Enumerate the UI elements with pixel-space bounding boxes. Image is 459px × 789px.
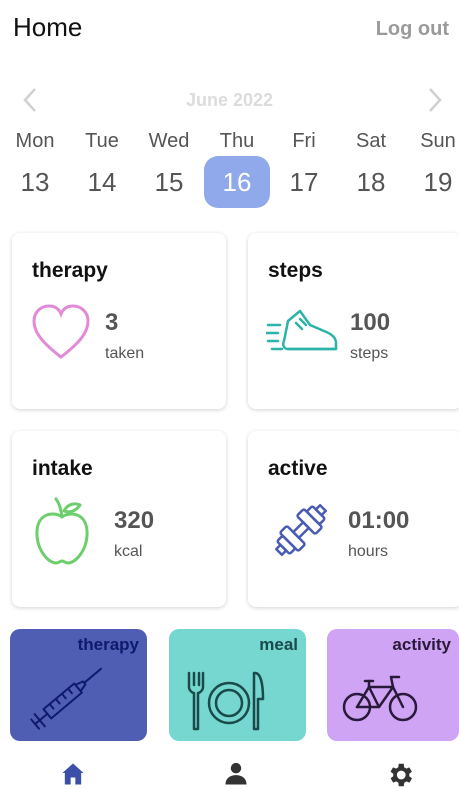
day-number: 15 (154, 167, 184, 197)
meal-tile[interactable]: meal (169, 629, 306, 741)
card-title: steps (268, 259, 323, 282)
day-number: 13 (20, 167, 50, 197)
week-strip: Mon 13 Tue 14 Wed 15 Thu 16 Fri 17 Sat 1… (0, 126, 459, 210)
header: Home Log out (0, 0, 459, 60)
logout-button[interactable]: Log out (376, 18, 449, 41)
page-title: Home (13, 12, 83, 42)
tile-label: therapy (77, 635, 139, 654)
month-label: June 2022 (185, 90, 274, 110)
day-name: Sun (420, 130, 456, 152)
therapy-tile[interactable]: therapy (10, 629, 147, 741)
day-sat[interactable]: Sat 18 (338, 126, 404, 208)
day-name: Tue (85, 130, 119, 152)
day-number: 17 (289, 167, 319, 197)
day-fri[interactable]: Fri 17 (271, 126, 337, 208)
day-name: Mon (15, 130, 55, 152)
day-tue[interactable]: Tue 14 (69, 126, 135, 208)
day-number: 19 (423, 167, 453, 197)
card-unit: kcal (114, 543, 143, 560)
card-title: intake (32, 457, 93, 480)
running-shoe-icon (264, 303, 338, 363)
card-title: active (268, 457, 328, 480)
intake-card[interactable]: intake 320 kcal (12, 431, 226, 607)
bicycle-icon (341, 671, 421, 732)
activity-tile[interactable]: activity (327, 629, 459, 741)
heart-icon (30, 303, 98, 363)
tile-label: meal (259, 635, 298, 654)
day-thu-selected[interactable]: Thu 16 (204, 126, 270, 208)
syringe-icon (20, 659, 110, 741)
person-icon[interactable] (222, 760, 252, 789)
card-title: therapy (32, 259, 108, 282)
gear-icon[interactable] (385, 760, 415, 789)
day-number: 18 (356, 167, 386, 197)
day-wed[interactable]: Wed 15 (136, 126, 202, 208)
home-icon[interactable] (59, 760, 89, 789)
day-number: 16 (222, 167, 252, 197)
card-value: 01:00 (348, 507, 410, 534)
active-card[interactable]: active 01:00 hours (248, 431, 459, 607)
month-selector: June 2022 (0, 86, 459, 118)
card-unit: hours (348, 543, 389, 560)
card-value: 320 (114, 507, 155, 534)
apple-icon (30, 497, 98, 567)
day-name: Sat (355, 130, 387, 152)
steps-card[interactable]: steps 100 steps (248, 233, 459, 409)
plate-cutlery-icon (185, 669, 269, 738)
day-sun[interactable]: Sun 19 (405, 126, 459, 208)
card-unit: steps (350, 345, 389, 362)
dumbbell-icon (266, 495, 334, 565)
card-value: 3 (105, 309, 119, 336)
tile-label: activity (392, 635, 451, 654)
day-name: Fri (292, 130, 316, 152)
bottom-nav (0, 750, 459, 789)
day-number: 14 (87, 167, 117, 197)
day-name: Wed (148, 130, 190, 152)
day-mon[interactable]: Mon 13 (2, 126, 68, 208)
card-unit: taken (105, 345, 145, 362)
card-value: 100 (350, 309, 391, 336)
therapy-card[interactable]: therapy 3 taken (12, 233, 226, 409)
chevron-right-icon[interactable] (427, 86, 443, 120)
day-name: Thu (219, 130, 255, 152)
